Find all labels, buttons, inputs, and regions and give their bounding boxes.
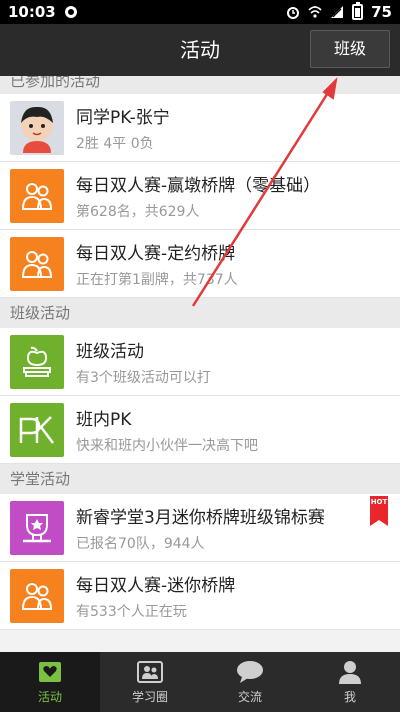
trophy-icon <box>10 500 64 555</box>
list-item-class-pk[interactable]: 班内PK 快来和班内小伙伴一决高下吧 <box>0 396 400 464</box>
wifi-icon <box>308 6 322 18</box>
item-title: 新睿学堂3月迷你桥牌班级锦标赛 <box>76 507 325 528</box>
list-item-championship[interactable]: 新睿学堂3月迷你桥牌班级锦标赛 已报名70队，944人 HOT <box>0 494 400 562</box>
tab-study-circle[interactable]: 学习圈 <box>100 652 200 712</box>
item-subtitle: 快来和班内小伙伴一决高下吧 <box>76 437 258 454</box>
battery-icon <box>352 2 364 20</box>
app-notification-icon <box>64 6 77 18</box>
item-subtitle: 有533个人正在玩 <box>76 603 187 620</box>
tab-label: 活动 <box>37 690 62 704</box>
list-item-class-activity[interactable]: 班级活动 有3个班级活动可以打 <box>0 328 400 396</box>
list-item-daily-pair-zero[interactable]: 每日双人赛-赢墩桥牌（零基础） 第628名，共629人 <box>0 162 400 230</box>
item-subtitle: 已报名70队，944人 <box>76 535 205 552</box>
item-subtitle: 正在打第1副牌，共737人 <box>76 271 238 288</box>
people-icon <box>10 568 64 623</box>
section-header-class: 班级活动 <box>0 298 400 328</box>
item-title: 每日双人赛-定约桥牌 <box>76 243 236 264</box>
item-subtitle: 有3个班级活动可以打 <box>76 369 211 386</box>
tab-label: 学习圈 <box>131 690 168 704</box>
item-subtitle: 第628名，共629人 <box>76 203 200 220</box>
bottom-tab-bar: 活动 学习圈 交流 我 <box>0 652 400 712</box>
tab-label: 我 <box>343 690 356 704</box>
item-title: 班级活动 <box>76 341 144 362</box>
list-item-classmate-pk[interactable]: 同学PK-张宁 2胜 4平 0负 <box>0 94 400 162</box>
item-title: 班内PK <box>76 409 132 430</box>
people-icon <box>10 168 64 223</box>
item-title: 每日双人赛-赢墩桥牌（零基础） <box>76 175 321 196</box>
alarm-icon <box>287 7 300 19</box>
list-item-daily-pair-contract[interactable]: 每日双人赛-定约桥牌 正在打第1副牌，共737人 <box>0 230 400 298</box>
pk-icon <box>10 402 64 457</box>
item-subtitle: 2胜 4平 0负 <box>76 135 154 152</box>
battery-level: 75 <box>371 3 392 21</box>
item-title: 每日双人赛-迷你桥牌 <box>76 575 236 596</box>
section-header-joined: 已参加的活动 <box>0 76 400 94</box>
activity-list: 已参加的活动 同学PK-张宁 2胜 4平 0负 每日双人赛-赢墩桥牌（零基础） … <box>0 76 400 652</box>
class-button[interactable]: 班级 <box>310 30 390 68</box>
list-item-daily-pair-mini[interactable]: 每日双人赛-迷你桥牌 有533个人正在玩 <box>0 562 400 630</box>
section-header-school: 学堂活动 <box>0 464 400 494</box>
tab-me[interactable]: 我 <box>300 652 400 712</box>
avatar-icon <box>10 100 64 155</box>
clock: 10:03 <box>8 3 56 21</box>
tab-activity[interactable]: 活动 <box>0 652 100 712</box>
tab-label: 交流 <box>237 690 262 704</box>
signal-icon <box>331 6 344 18</box>
status-bar: 10:03 75 <box>0 0 400 24</box>
group-icon <box>136 659 164 685</box>
heart-icon <box>36 659 64 685</box>
tab-chat[interactable]: 交流 <box>200 652 300 712</box>
chat-bubble-icon <box>236 659 264 685</box>
app-bar: 活动 班级 <box>0 24 400 76</box>
item-title: 同学PK-张宁 <box>76 107 170 128</box>
apple-book-icon <box>10 334 64 389</box>
hot-badge: HOT <box>370 496 388 526</box>
people-icon <box>10 236 64 291</box>
person-icon <box>336 659 364 685</box>
